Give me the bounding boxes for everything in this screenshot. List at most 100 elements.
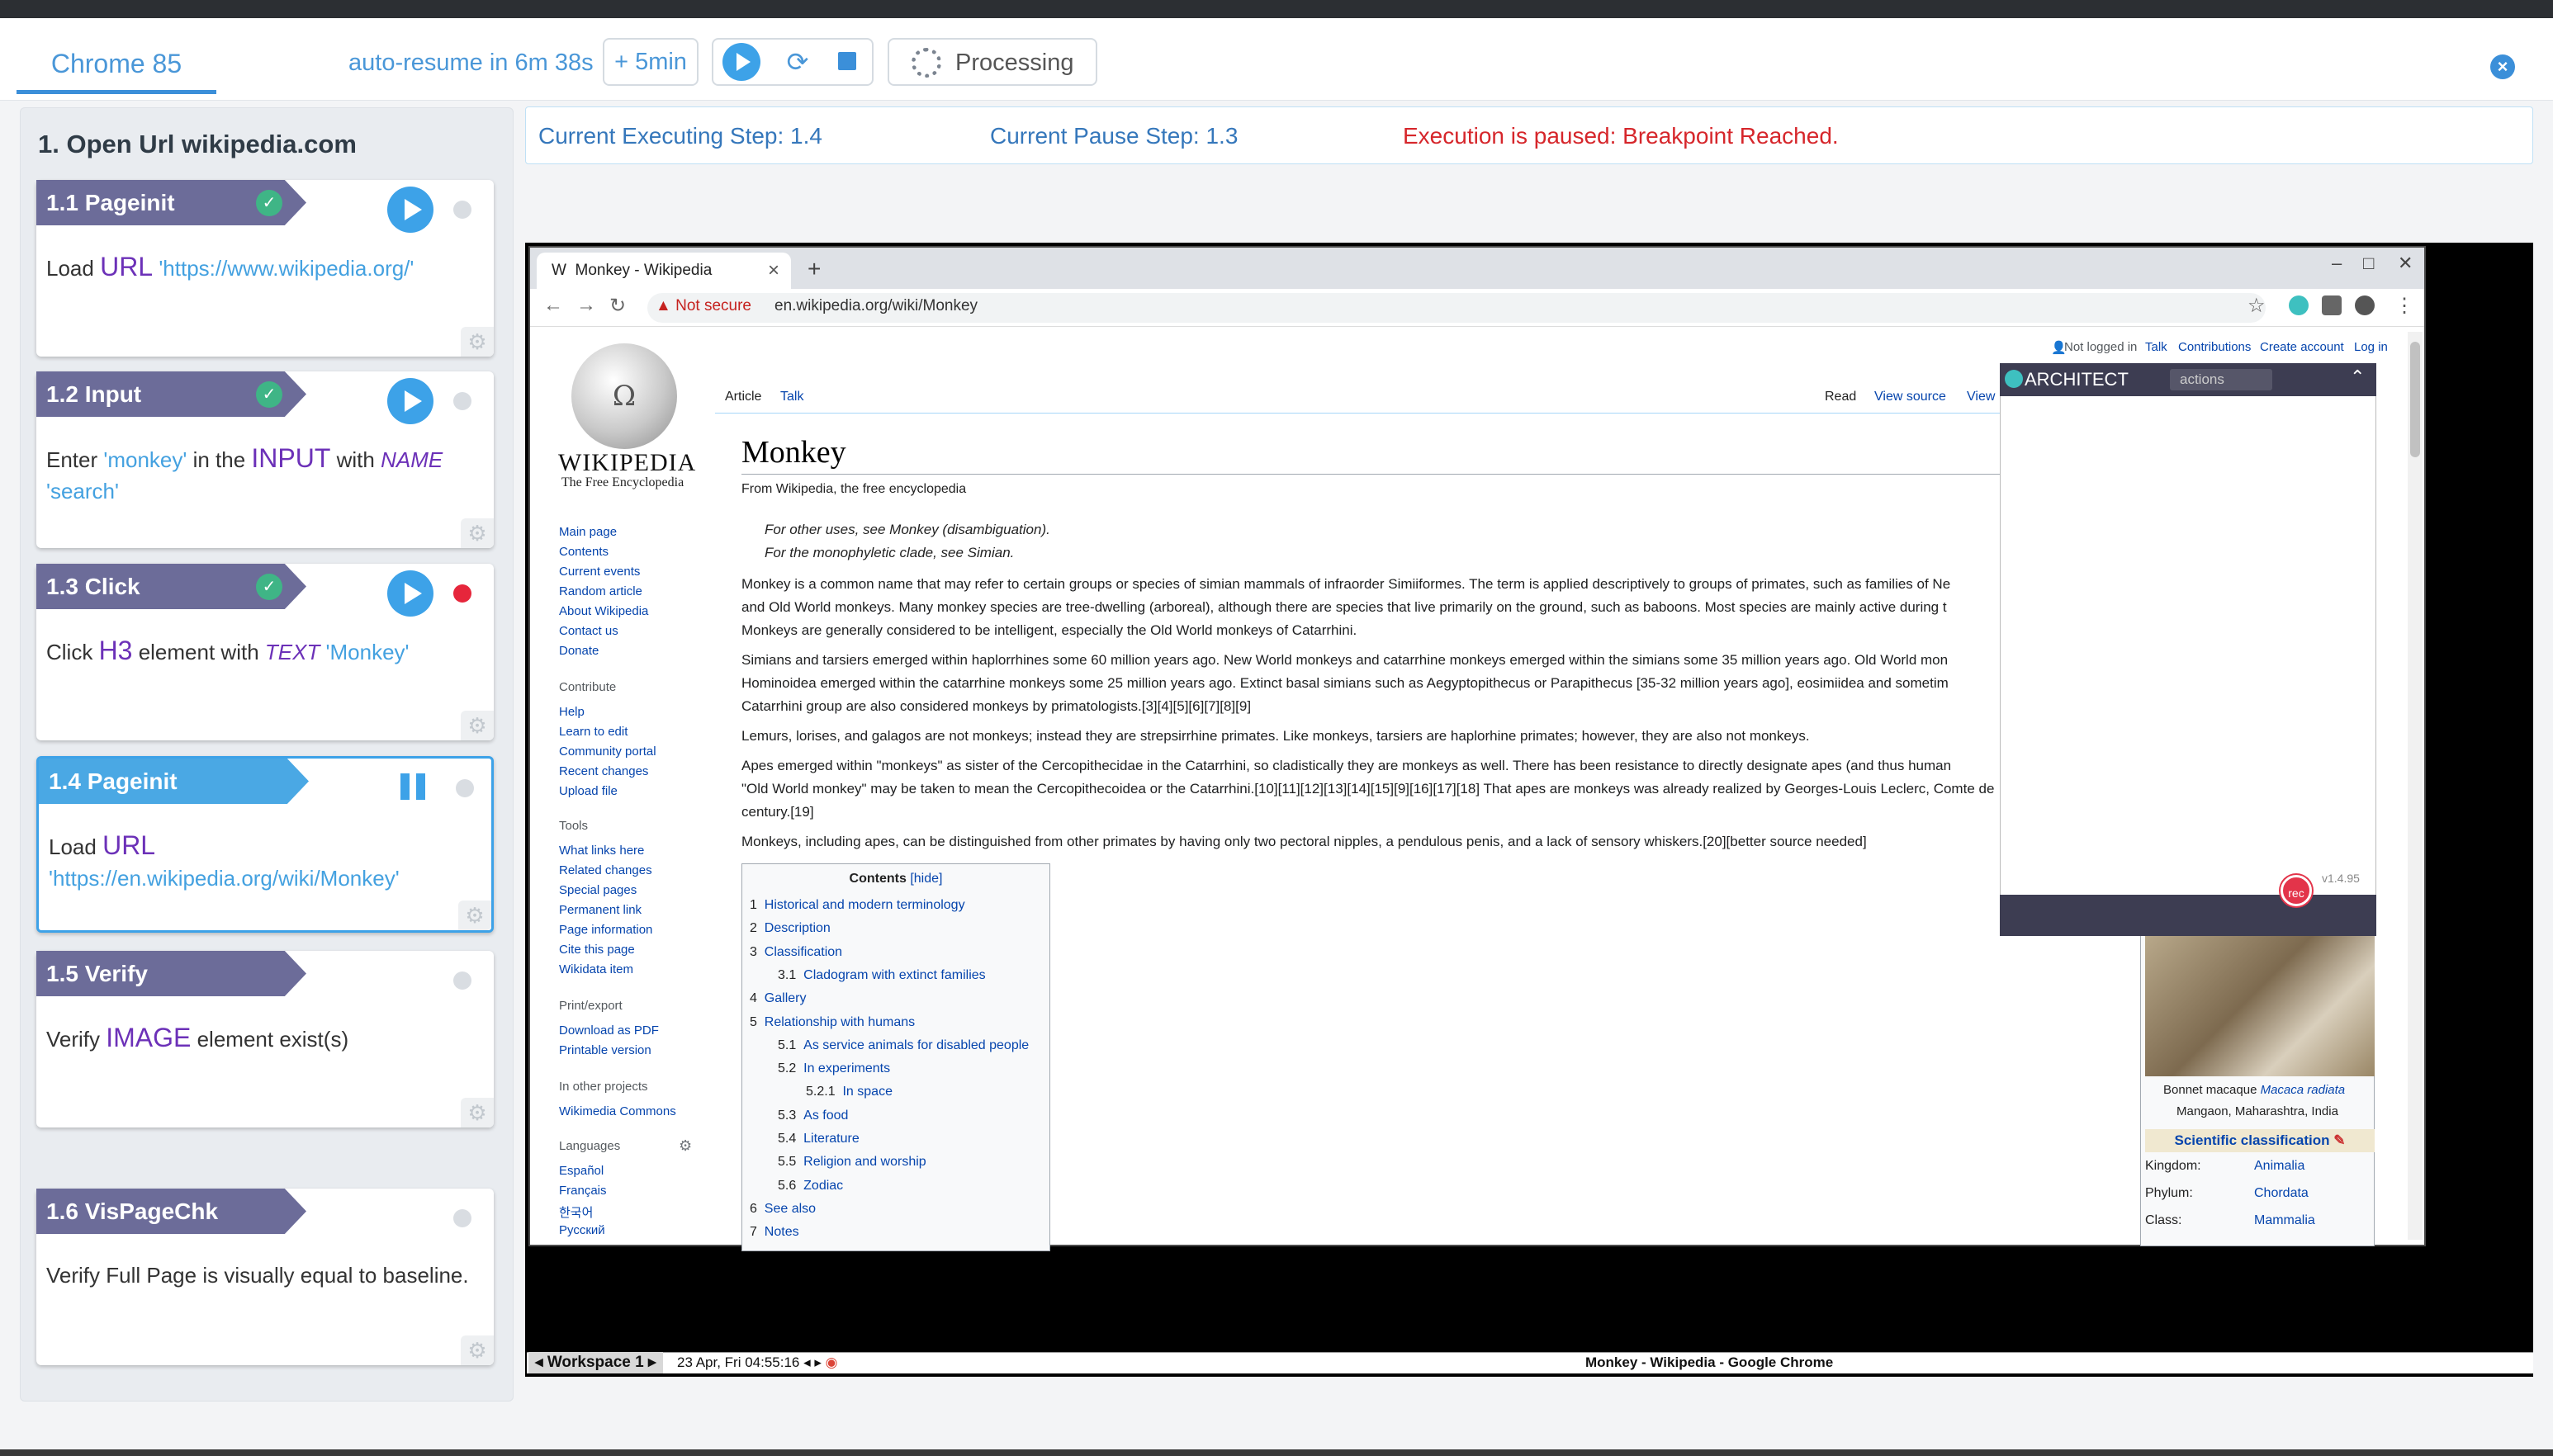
sidebar-link[interactable]: Upload file — [559, 784, 618, 798]
maximize-icon[interactable]: □ — [2363, 253, 2374, 274]
play-step-button[interactable] — [387, 187, 433, 233]
sidebar-link[interactable]: Learn to edit — [559, 725, 628, 739]
hatnote[interactable]: For other uses, see Monkey (disambiguati… — [765, 522, 1050, 538]
breakpoint-toggle[interactable] — [456, 779, 474, 797]
add-time-button[interactable]: + 5min — [603, 38, 699, 86]
star-icon[interactable]: ☆ — [2247, 294, 2266, 318]
close-icon[interactable]: × — [2490, 54, 2515, 79]
toc-item[interactable]: 5.6 Zodiac — [778, 1179, 843, 1194]
breakpoint-indicator[interactable] — [453, 584, 471, 603]
user-link[interactable]: Create account — [2260, 340, 2344, 354]
pause-icon[interactable] — [400, 773, 425, 800]
sidebar-link[interactable]: Permanent link — [559, 903, 642, 917]
sidebar-link[interactable]: About Wikipedia — [559, 604, 648, 618]
step-settings-icon[interactable]: ⚙ — [461, 518, 494, 548]
hatnote[interactable]: For the monophyletic clade, see Simian. — [765, 545, 1014, 561]
breakpoint-toggle[interactable] — [453, 392, 471, 410]
step-settings-icon[interactable]: ⚙ — [461, 1098, 494, 1127]
sidebar-link[interactable]: Donate — [559, 644, 599, 658]
profile-icon[interactable] — [2355, 295, 2375, 315]
sidebar-link[interactable]: Contact us — [559, 624, 618, 638]
new-tab-icon[interactable]: + — [808, 256, 821, 282]
toc-item[interactable]: 6 See also — [750, 1202, 816, 1217]
taxon-value[interactable]: Mammalia — [2254, 1213, 2315, 1228]
tab-view-source[interactable]: View source — [1874, 390, 1946, 404]
architect-extension-icon[interactable] — [2289, 295, 2309, 315]
sidebar-link[interactable]: Recent changes — [559, 764, 648, 778]
menu-icon[interactable]: ⋮ — [2394, 294, 2414, 318]
tab-browser[interactable]: Chrome 85 — [17, 45, 216, 94]
bonnet-macaque-image[interactable] — [2145, 936, 2375, 1076]
forward-icon[interactable]: → — [576, 294, 596, 317]
sidebar-link[interactable]: Printable version — [559, 1043, 651, 1057]
sidebar-link[interactable]: Download as PDF — [559, 1023, 659, 1038]
sidebar-link[interactable]: 한국어 — [559, 1203, 593, 1221]
toc-item[interactable]: 5.2.1 In space — [806, 1085, 893, 1099]
play-step-button[interactable] — [387, 378, 433, 424]
sidebar-link[interactable]: What links here — [559, 844, 644, 858]
step-card[interactable]: 1.2 Input ✓ Enter 'monkey' in the INPUT wi… — [36, 371, 494, 548]
step-settings-icon[interactable]: ⚙ — [461, 327, 494, 357]
tab-read[interactable]: Read — [1825, 390, 1856, 404]
workspace-switcher[interactable]: ◂ Workspace 1 ▸ — [528, 1352, 663, 1373]
puzzle-icon[interactable] — [2322, 295, 2342, 315]
play-button[interactable] — [722, 43, 760, 81]
toc-item[interactable]: 7 Notes — [750, 1225, 799, 1240]
caption-latin[interactable]: Macaca radiata — [2261, 1083, 2346, 1097]
tab-talk[interactable]: Talk — [780, 390, 803, 404]
language-settings-icon[interactable]: ⚙ — [679, 1137, 692, 1155]
taxon-value[interactable]: Animalia — [2254, 1159, 2304, 1174]
sidebar-link[interactable]: Wikidata item — [559, 962, 633, 976]
sidebar-link[interactable]: Wikimedia Commons — [559, 1104, 676, 1118]
reload-icon[interactable]: ↻ — [609, 294, 626, 318]
toc-item[interactable]: 3 Classification — [750, 945, 842, 960]
architect-actions-tab[interactable]: actions — [2170, 369, 2272, 390]
sci-class-label[interactable]: Scientific classification — [2175, 1132, 2330, 1148]
sidebar-link[interactable]: Current events — [559, 565, 640, 579]
sidebar-link[interactable]: Page information — [559, 923, 652, 937]
taxon-value[interactable]: Chordata — [2254, 1186, 2309, 1201]
chrome-taskbar-icon[interactable]: ◉ — [826, 1354, 838, 1370]
sidebar-link[interactable]: Français — [559, 1184, 607, 1198]
sidebar-link[interactable]: Special pages — [559, 883, 637, 897]
toc-item[interactable]: 5.2 In experiments — [778, 1061, 890, 1076]
back-icon[interactable]: ← — [543, 294, 563, 317]
toc-item[interactable]: 5 Relationship with humans — [750, 1015, 915, 1030]
sidebar-link[interactable]: Random article — [559, 584, 642, 598]
play-step-button[interactable] — [387, 570, 433, 617]
minimize-icon[interactable]: – — [2332, 253, 2342, 274]
sidebar-link[interactable]: Community portal — [559, 745, 656, 759]
close-window-icon[interactable]: ✕ — [2398, 253, 2413, 274]
toc-item[interactable]: 2 Description — [750, 921, 831, 936]
sidebar-link[interactable]: Español — [559, 1164, 604, 1178]
toc-item[interactable]: 5.4 Literature — [778, 1132, 860, 1146]
step-card[interactable]: 1.4 Pageinit Load URL 'https://en.wikiped… — [36, 756, 494, 933]
toc-item[interactable]: 5.1 As service animals for disabled peop… — [778, 1038, 1029, 1053]
sidebar-link[interactable]: Contents — [559, 545, 609, 559]
step-settings-icon[interactable]: ⚙ — [461, 711, 494, 740]
sidebar-link[interactable]: Related changes — [559, 863, 652, 877]
page-scrollbar[interactable] — [2408, 332, 2423, 1240]
toc-hide-link[interactable]: [hide] — [910, 872, 942, 886]
sidebar-link[interactable]: Help — [559, 705, 585, 719]
step-card[interactable]: 1.1 Pageinit ✓ Load URL 'https://www.wikip… — [36, 180, 494, 357]
collapse-caret-icon[interactable]: ⌃ — [2350, 366, 2365, 388]
breakpoint-toggle[interactable] — [453, 971, 471, 990]
user-link[interactable]: Log in — [2354, 340, 2388, 354]
toc-item[interactable]: 5.3 As food — [778, 1109, 848, 1123]
step-settings-icon[interactable]: ⚙ — [461, 1335, 494, 1365]
tab-article[interactable]: Article — [725, 390, 761, 404]
toc-item[interactable]: 1 Historical and modern terminology — [750, 898, 965, 913]
close-tab-icon[interactable]: × — [768, 259, 779, 282]
wikipedia-globe-icon[interactable]: Ω — [571, 343, 677, 449]
toc-item[interactable]: 3.1 Cladogram with extinct families — [778, 968, 986, 983]
toc-item[interactable]: 5.5 Religion and worship — [778, 1155, 926, 1170]
stop-button[interactable] — [838, 52, 856, 70]
breakpoint-toggle[interactable] — [453, 201, 471, 219]
tab-view-history[interactable]: View — [1967, 390, 1995, 404]
step-card[interactable]: 1.5 Verify Verify IMAGE element exist(s) ⚙ — [36, 951, 494, 1127]
step-card[interactable]: 1.3 Click ✓ Click H3 element with TEXT 'Mo… — [36, 564, 494, 740]
user-link[interactable]: Talk — [2145, 340, 2167, 354]
edit-pencil-icon[interactable]: ✎ — [2333, 1132, 2345, 1148]
refresh-icon[interactable]: ⟳ — [781, 43, 814, 81]
